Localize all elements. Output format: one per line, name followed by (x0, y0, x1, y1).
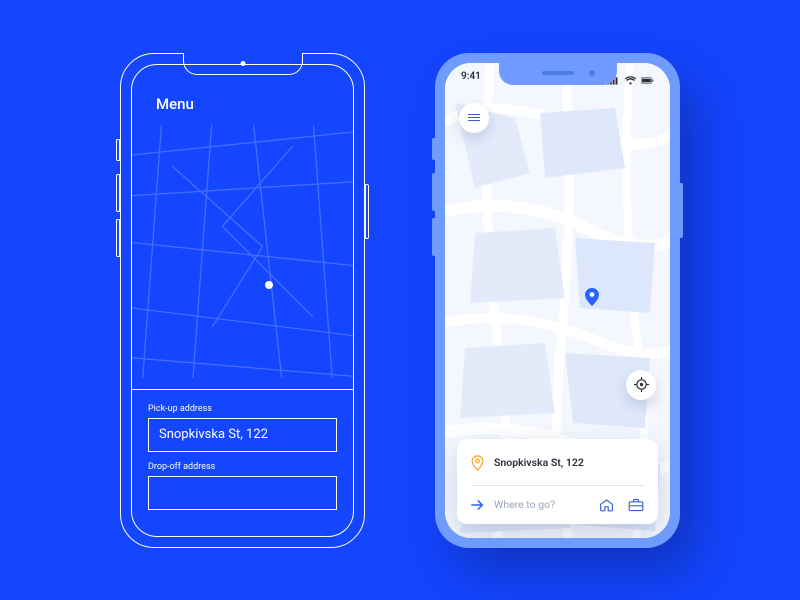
pin-outline-icon (471, 455, 484, 471)
wifi-icon (624, 76, 637, 85)
streets-icon (132, 125, 353, 378)
map-pin-icon (585, 288, 599, 306)
dropoff-input[interactable] (148, 476, 337, 510)
wireframe-device: Menu Pick-up address Snopkivska St, 122 … (120, 53, 365, 548)
battery-icon (641, 76, 654, 85)
side-button (680, 183, 683, 238)
side-button (116, 174, 120, 212)
side-button (432, 173, 435, 211)
locate-button[interactable] (626, 370, 656, 400)
crosshair-icon (634, 377, 649, 392)
address-card: Snopkivska St, 122 Where to go? (457, 439, 658, 524)
address-card: Pick-up address Snopkivska St, 122 Drop-… (132, 389, 353, 536)
location-pin-icon (265, 281, 273, 289)
mockup-screen: 9:41 (445, 63, 670, 538)
destination-row: Where to go? (471, 498, 644, 512)
briefcase-icon[interactable] (628, 498, 644, 512)
wireframe-map[interactable] (132, 125, 353, 378)
menu-button[interactable] (459, 103, 489, 133)
destination-input[interactable]: Where to go? (471, 498, 555, 511)
hamburger-icon (468, 112, 480, 122)
mockup-device: 9:41 (435, 53, 680, 548)
divider (471, 485, 644, 486)
side-button (432, 138, 435, 160)
dropoff-label: Drop-off address (148, 462, 337, 472)
pickup-address: Snopkivska St, 122 (494, 456, 584, 469)
side-button (432, 218, 435, 256)
side-button (116, 139, 120, 161)
side-button (116, 219, 120, 257)
pickup-value: Snopkivska St, 122 (159, 427, 268, 442)
pickup-row[interactable]: Snopkivska St, 122 (471, 455, 644, 471)
pickup-input[interactable]: Snopkivska St, 122 (148, 418, 337, 452)
destination-placeholder: Where to go? (494, 498, 555, 511)
arrow-right-icon (471, 499, 484, 511)
status-time: 9:41 (461, 71, 481, 91)
home-icon[interactable] (599, 498, 614, 512)
notch (499, 63, 617, 85)
pickup-label: Pick-up address (148, 404, 337, 414)
wireframe-screen: Menu Pick-up address Snopkivska St, 122 … (131, 64, 354, 537)
menu-label[interactable]: Menu (156, 95, 194, 113)
side-button (365, 184, 369, 239)
